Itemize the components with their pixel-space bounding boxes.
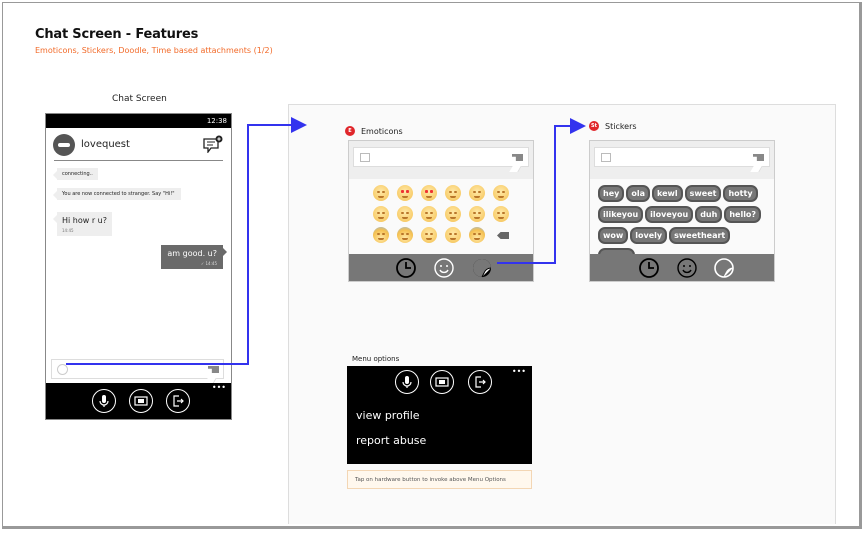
- menu-hint-note: Tap on hardware button to invoke above M…: [347, 470, 532, 489]
- exit-icon: [475, 376, 486, 388]
- emoji-crying[interactable]: [493, 206, 509, 222]
- more-icon[interactable]: •••: [212, 384, 226, 392]
- app-bar: •••: [46, 383, 231, 419]
- emoji-persevere[interactable]: [469, 206, 485, 222]
- emoji-relieved[interactable]: [373, 206, 389, 222]
- emoji-disappointed[interactable]: [445, 206, 461, 222]
- sticker-icon[interactable]: [713, 257, 735, 279]
- message-time: 14:45: [205, 261, 217, 266]
- emoticons-label: E Emoticons: [345, 126, 403, 136]
- sticker-item[interactable]: lovely: [630, 227, 668, 244]
- sticker-item[interactable]: hotty: [723, 185, 758, 202]
- sticker-item[interactable]: hello?: [724, 206, 762, 223]
- exit-button[interactable]: [166, 389, 190, 413]
- camera-icon: [134, 396, 148, 406]
- recent-clock-icon[interactable]: [395, 257, 417, 279]
- smiley-icon[interactable]: [433, 257, 455, 279]
- camera-button[interactable]: [430, 370, 454, 394]
- emoticons-badge: E: [345, 126, 355, 136]
- sticker-item[interactable]: iloveyou: [645, 206, 694, 223]
- emoji-area: [349, 179, 533, 255]
- microphone-button[interactable]: [92, 389, 116, 413]
- system-message: You are now connected to stranger. Say "…: [53, 188, 181, 200]
- emoji-wink[interactable]: [373, 185, 389, 201]
- page-subtitle: Emoticons, Stickers, Doodle, Time based …: [35, 46, 273, 55]
- emoji-weary[interactable]: [421, 227, 437, 243]
- message-text: am good. u?: [167, 249, 217, 258]
- sticker-tray: [590, 254, 774, 281]
- received-message: Hi how r u? 14:45: [53, 212, 112, 236]
- more-icon[interactable]: •••: [512, 368, 526, 376]
- sticker-item[interactable]: sweetheart: [669, 227, 731, 244]
- exit-icon: [173, 395, 184, 407]
- sent-message: am good. u? ✓ 14:45: [161, 245, 227, 269]
- message-input[interactable]: [353, 147, 529, 167]
- sticker-item[interactable]: ola: [626, 185, 650, 202]
- emoji-fearful[interactable]: [469, 227, 485, 243]
- smiley-icon[interactable]: [676, 257, 698, 279]
- sticker-list: hey ola kewl sweet hotty ilikeyou iloveyou duh h…: [598, 185, 768, 265]
- send-icon[interactable]: [512, 154, 523, 161]
- sticker-item[interactable]: kewl: [651, 185, 683, 202]
- emoticons-keyboard: [348, 140, 534, 282]
- message-time: 14:45: [62, 228, 74, 233]
- message-text: You are now connected to stranger. Say "…: [62, 191, 175, 197]
- emoticons-title: Emoticons: [361, 126, 403, 136]
- send-icon[interactable]: [208, 366, 219, 373]
- backspace-icon[interactable]: [497, 232, 509, 239]
- page-title: Chat Screen - Features: [35, 27, 199, 42]
- sticker-icon[interactable]: [471, 257, 493, 279]
- camera-button[interactable]: [129, 389, 153, 413]
- emoji-sleepy[interactable]: [421, 206, 437, 222]
- emoji-tired[interactable]: [445, 227, 461, 243]
- emoji-sweat[interactable]: [397, 227, 413, 243]
- chat-header: lovequest: [53, 128, 223, 161]
- menu-options-panel: ••• view profile report abuse: [347, 366, 532, 464]
- menu-options-label: Menu options: [352, 355, 400, 363]
- stickers-label: St Stickers: [589, 121, 637, 131]
- sticker-item[interactable]: duh: [695, 206, 723, 223]
- emoticon-tray: [349, 254, 533, 281]
- new-chat-icon[interactable]: [203, 135, 223, 153]
- emoji-heart-eyes[interactable]: [397, 185, 413, 201]
- sticker-item[interactable]: hey: [598, 185, 625, 202]
- message-input[interactable]: [594, 147, 770, 167]
- message-text: connecting..: [62, 171, 93, 177]
- sticker-item[interactable]: ilikeyou: [598, 206, 644, 223]
- smiley-icon[interactable]: [57, 364, 68, 375]
- chat-screen-phone: 12:38 lovequest connecting.. You are now…: [45, 113, 232, 420]
- stickers-badge: St: [589, 121, 599, 131]
- stickers-keyboard: hey ola kewl sweet hotty ilikeyou iloveyou duh h…: [589, 140, 775, 282]
- exit-button[interactable]: [468, 370, 492, 394]
- emoji-kiss-heart[interactable]: [421, 185, 437, 201]
- system-message: connecting..: [53, 168, 98, 180]
- sticker-keyboard-icon[interactable]: [601, 153, 611, 162]
- chat-screen-label: Chat Screen: [112, 94, 167, 104]
- avatar-icon[interactable]: [53, 134, 75, 156]
- sticker-area: hey ola kewl sweet hotty ilikeyou iloveyou duh h…: [590, 179, 774, 265]
- menu-item-report-abuse[interactable]: report abuse: [356, 434, 426, 447]
- sticker-item[interactable]: sweet: [684, 185, 722, 202]
- message-text: Hi how r u?: [62, 216, 107, 225]
- recent-clock-icon[interactable]: [638, 257, 660, 279]
- message-time-row: ✓ 14:45: [167, 261, 217, 266]
- microphone-button[interactable]: [395, 370, 419, 394]
- message-input[interactable]: [51, 359, 224, 379]
- send-icon[interactable]: [753, 154, 764, 161]
- emoji-kissing-closed[interactable]: [493, 185, 509, 201]
- microphone-icon: [99, 395, 109, 407]
- sticker-keyboard-icon[interactable]: [360, 153, 370, 162]
- emoji-kissing[interactable]: [469, 185, 485, 201]
- status-time: 12:38: [46, 114, 231, 128]
- chat-username: lovequest: [81, 139, 130, 150]
- emoji-sweat-smile[interactable]: [373, 227, 389, 243]
- emoji-pensive-smile[interactable]: [397, 206, 413, 222]
- emoji-grid: [373, 185, 515, 243]
- microphone-icon: [402, 376, 412, 388]
- camera-icon: [435, 377, 449, 387]
- emoji-blush-kiss[interactable]: [445, 185, 461, 201]
- menu-item-view-profile[interactable]: view profile: [356, 409, 420, 422]
- stickers-title: Stickers: [605, 121, 637, 131]
- sticker-item[interactable]: wow: [598, 227, 629, 244]
